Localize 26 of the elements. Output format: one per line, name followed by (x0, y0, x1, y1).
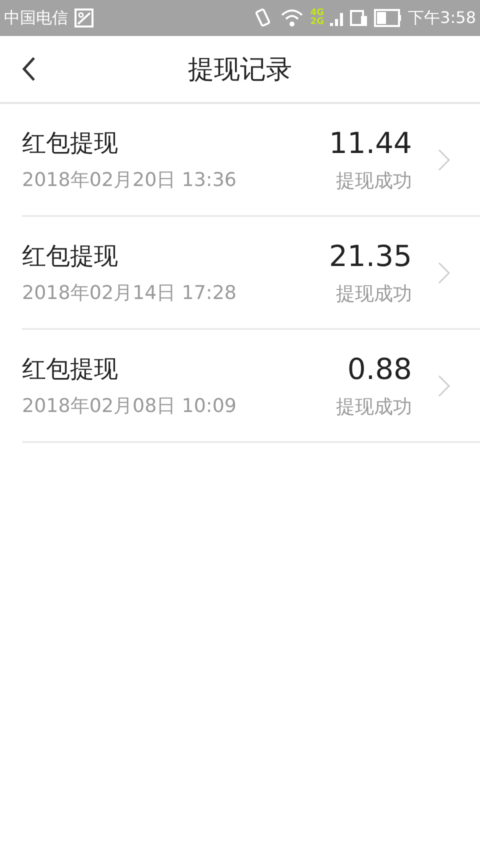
record-amount: 11.44 (328, 126, 412, 160)
chevron-icon (438, 148, 450, 170)
page-title: 提现记录 (188, 54, 292, 86)
image-icon (74, 8, 94, 28)
record-title: 红包提现 (22, 128, 119, 158)
battery-icon (374, 9, 402, 27)
record-status: 提现成功 (336, 168, 412, 194)
record-title: 红包提现 (22, 240, 119, 272)
wifi-icon (280, 8, 304, 28)
record-row[interactable]: 红包提现 2018年02月08日 10:09 0.88 提现成功 (22, 330, 480, 443)
network-type: 4G 2G (310, 9, 324, 27)
record-status: 提现成功 (336, 394, 412, 420)
record-datetime: 2018年02月08日 10:09 (22, 394, 238, 418)
clock: 下午3:58 (408, 8, 476, 28)
record-amount: 21.35 (328, 238, 412, 272)
record-row[interactable]: 红包提现 2018年02月14日 17:28 21.35 提现成功 (22, 217, 480, 330)
record-row[interactable]: 红包提现 2018年02月20日 13:36 11.44 提现成功 (22, 104, 480, 217)
carrier-name: 中国电信 (4, 8, 68, 28)
sim-icon (350, 9, 368, 27)
record-datetime: 2018年02月20日 13:36 (22, 168, 238, 192)
record-status: 提现成功 (336, 282, 412, 306)
record-title: 红包提现 (22, 354, 119, 384)
record-datetime: 2018年02月14日 17:28 (22, 280, 238, 306)
record-amount: 0.88 (347, 352, 412, 386)
chevron-icon (438, 262, 450, 284)
chevron-icon (438, 374, 450, 396)
